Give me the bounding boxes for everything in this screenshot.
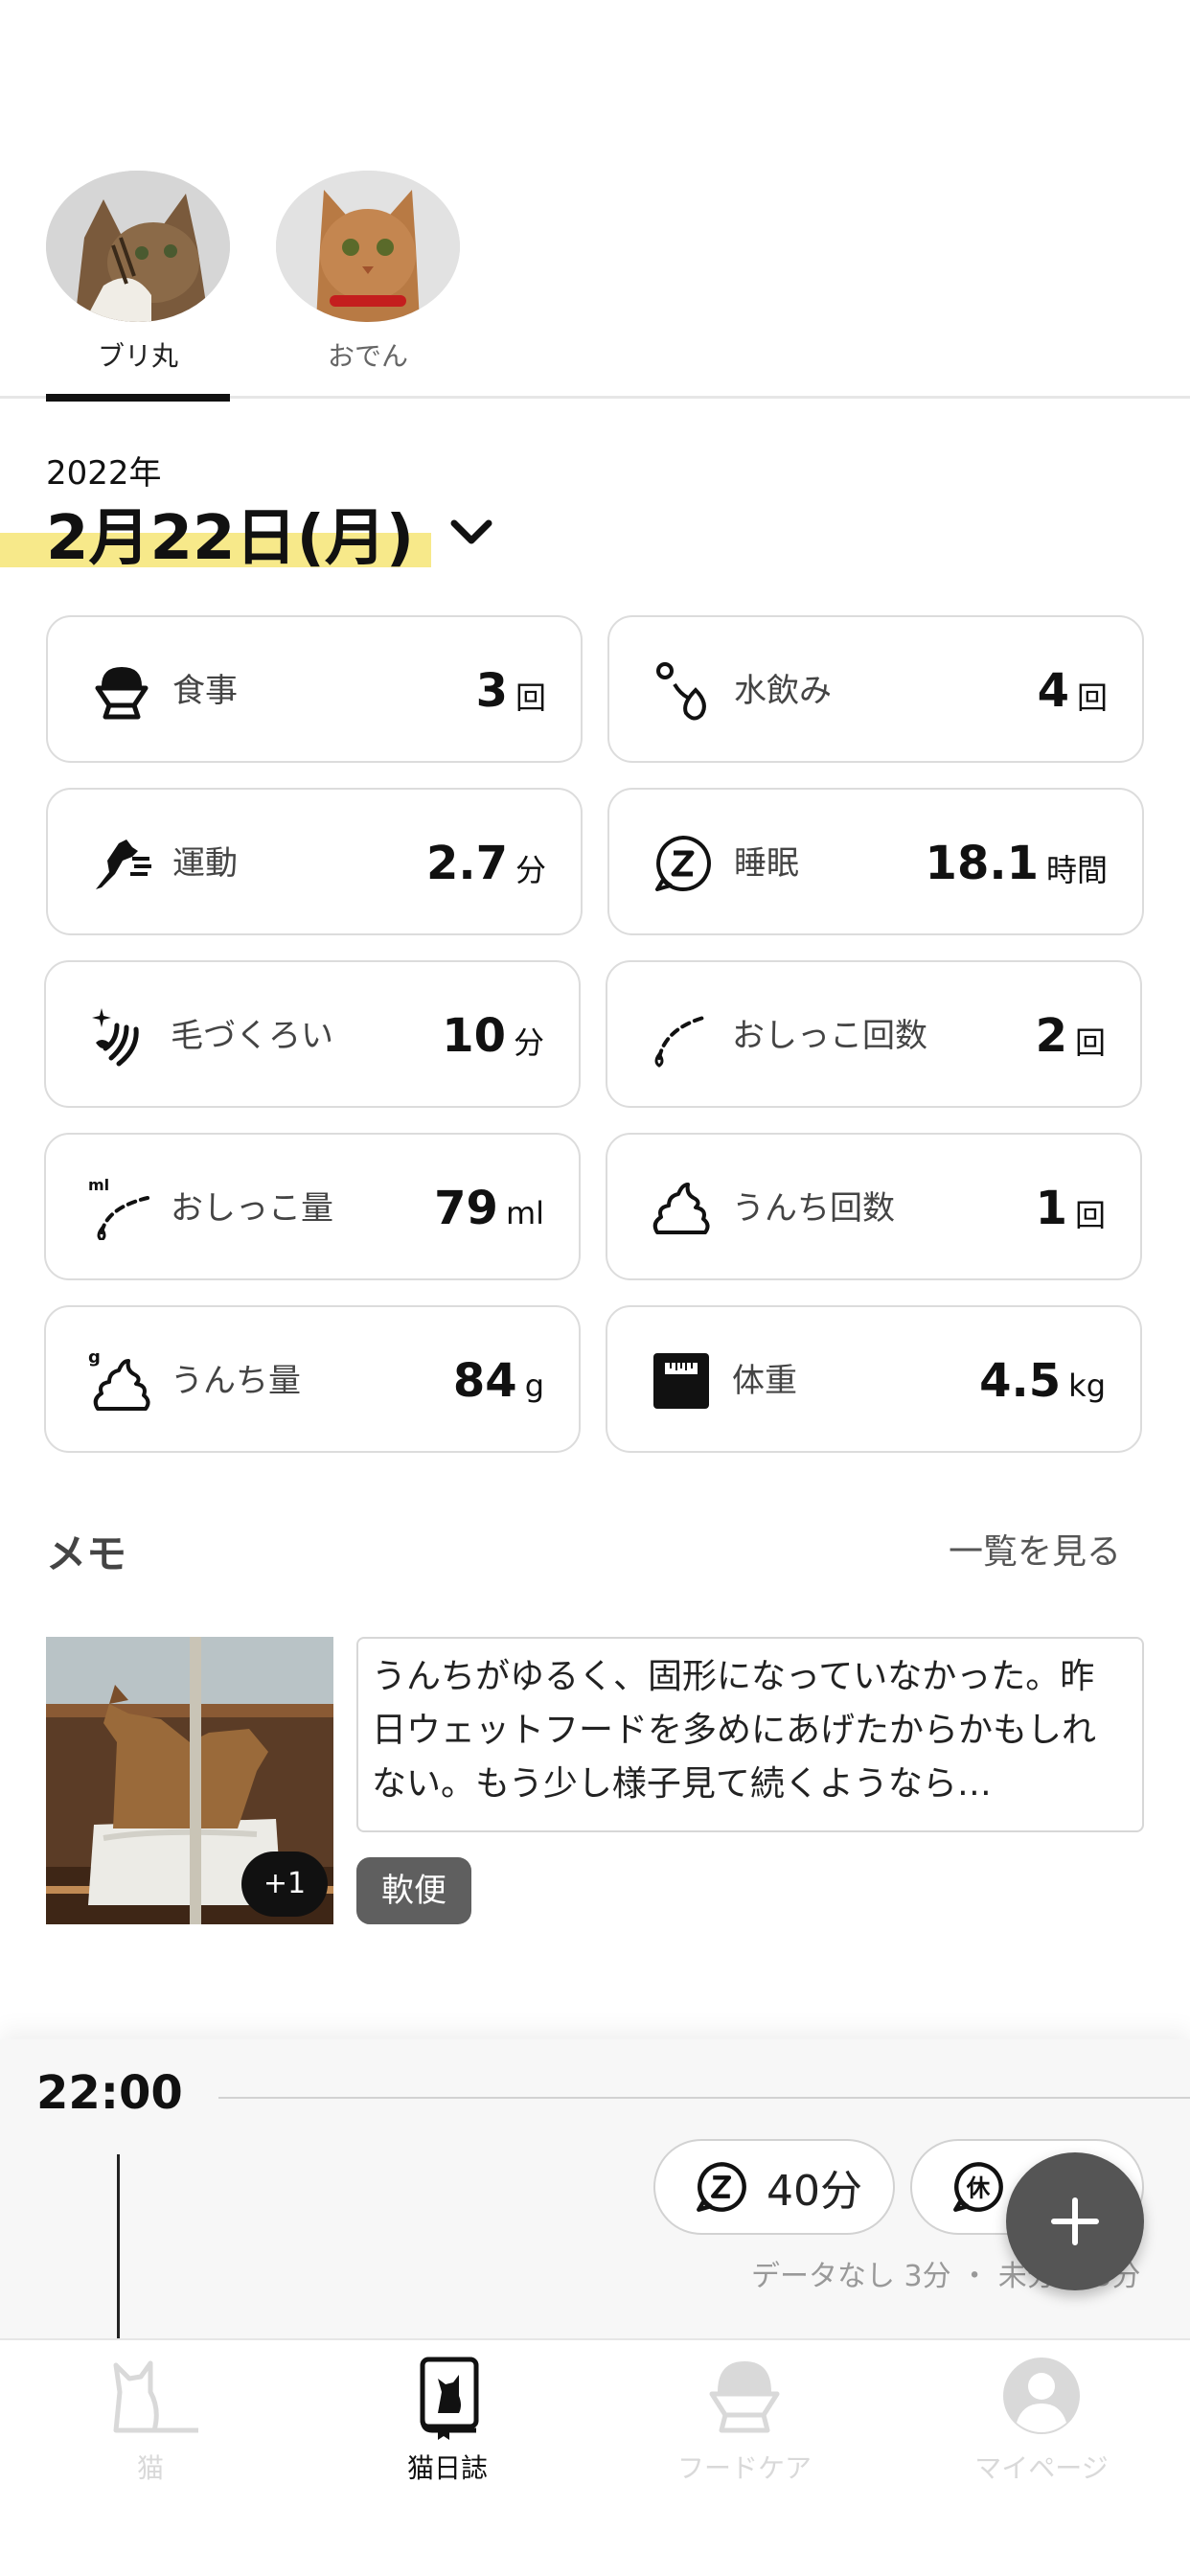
timeline: 22:00 40分 休 データなし 3分 ・ 未分類 3分 <box>0 2039 1190 2338</box>
nav-label: 猫 <box>136 2452 164 2484</box>
cat-name: おでん <box>327 340 408 372</box>
stat-value: 18.1 <box>925 837 1039 890</box>
memo-view-all-link[interactable]: 一覧を見る <box>949 1524 1121 1574</box>
sleep-icon <box>655 836 711 891</box>
stat-card-pee-volume[interactable]: ml おしっこ量 79 ml <box>44 1133 581 1280</box>
stat-label: 食事 <box>172 672 238 710</box>
cat-name: ブリ丸 <box>97 340 178 372</box>
running-cat-icon <box>96 840 151 889</box>
stat-value: 2.7 <box>425 837 508 890</box>
cat-tabs: ブリ丸 おでん <box>0 171 1190 402</box>
stat-label: 睡眠 <box>734 844 799 883</box>
cat-tab-buri[interactable]: ブリ丸 <box>46 171 230 402</box>
stat-label: 運動 <box>172 844 238 883</box>
memo-title: メモ <box>46 1530 127 1577</box>
stat-value: 4.5 <box>979 1354 1062 1408</box>
stat-unit: 時間 <box>1045 852 1108 888</box>
stat-unit: 分 <box>513 1024 544 1061</box>
stat-card-exercise[interactable]: 運動 2.7 分 <box>46 788 583 935</box>
stat-value: 79 <box>434 1182 498 1235</box>
cat-avatar-oden <box>276 171 460 322</box>
stat-card-meal[interactable]: 食事 3回 <box>46 615 583 763</box>
plus-icon <box>1051 2197 1099 2245</box>
stat-label: おしっこ回数 <box>732 1017 927 1055</box>
user-icon <box>1003 2358 1080 2434</box>
nav-item-diary[interactable]: 猫日誌 <box>299 2354 596 2488</box>
memo-tag[interactable]: 軟便 <box>356 1857 471 1924</box>
stat-value: 2 <box>1035 1009 1067 1063</box>
stat-label: おしっこ量 <box>171 1189 333 1228</box>
stat-card-poop-count[interactable]: うんち回数 1回 <box>606 1133 1142 1280</box>
nav-label: マイページ <box>974 2452 1109 2484</box>
stat-value: 84 <box>452 1354 517 1408</box>
svg-text:休: 休 <box>966 2174 991 2202</box>
pee-icon <box>654 1016 705 1068</box>
nav-item-cat[interactable]: 猫 <box>2 2354 299 2488</box>
stat-value: 10 <box>442 1009 506 1063</box>
nav-item-food-care[interactable]: フードケア <box>596 2354 893 2488</box>
sleep-icon <box>697 2162 746 2212</box>
stat-label: 水飲み <box>734 672 832 710</box>
timeline-event-sleep[interactable]: 40分 <box>653 2139 895 2235</box>
poop-weight-icon: g <box>88 1349 150 1411</box>
date-selector[interactable]: 2月22日(月) <box>46 494 494 574</box>
year-label: 2022年 <box>46 454 162 493</box>
nav-item-mypage[interactable]: マイページ <box>893 2354 1190 2488</box>
grooming-icon <box>92 1008 139 1067</box>
food-care-icon <box>709 2361 780 2433</box>
stat-unit: g <box>524 1368 544 1404</box>
stat-label: うんち回数 <box>732 1189 895 1228</box>
stat-label: 毛づくろい <box>171 1017 333 1055</box>
timeline-event-text: 40分 <box>767 2167 862 2216</box>
scale-icon <box>653 1353 709 1409</box>
stat-unit: 分 <box>515 852 546 888</box>
stat-card-weight[interactable]: 体重 4.5 kg <box>606 1305 1142 1453</box>
date-label: 2月22日(月) <box>46 503 415 574</box>
memo-text[interactable]: うんちがゆるく、固形になっていなかった。昨日ウェットフードを多めにあげたからかも… <box>356 1637 1144 1832</box>
stat-card-water[interactable]: 水飲み 4回 <box>607 615 1144 763</box>
stat-card-poop-weight[interactable]: g うんち量 84 g <box>44 1305 581 1453</box>
stat-unit: 回 <box>515 679 546 716</box>
photo-count-badge: +1 <box>241 1852 328 1917</box>
chevron-down-icon[interactable] <box>448 510 494 556</box>
cat-avatar-buri <box>46 171 230 322</box>
rest-icon: 休 <box>953 2162 1003 2212</box>
water-drop-icon <box>656 662 706 721</box>
stat-unit: 回 <box>1074 1024 1106 1061</box>
pee-volume-icon: ml <box>88 1177 149 1240</box>
nav-label: 猫日誌 <box>406 2452 488 2484</box>
stat-unit: 回 <box>1076 679 1108 716</box>
timeline-track <box>117 2154 120 2338</box>
stat-value: 4 <box>1037 664 1069 718</box>
poop-icon <box>652 1183 710 1234</box>
svg-text:ml: ml <box>88 1177 109 1194</box>
stat-card-sleep[interactable]: 睡眠 18.1 時間 <box>607 788 1144 935</box>
stat-card-pee-count[interactable]: おしっこ回数 2回 <box>606 960 1142 1108</box>
stat-unit: 回 <box>1074 1197 1106 1233</box>
cat-tab-oden[interactable]: おでん <box>276 171 460 399</box>
bottom-nav: 猫 猫日誌 フードケア マイページ <box>0 2338 1190 2576</box>
stat-unit: ml <box>505 1195 544 1231</box>
add-button[interactable] <box>1006 2152 1144 2290</box>
diary-icon <box>420 2357 479 2440</box>
nav-label: フードケア <box>676 2452 812 2484</box>
stat-label: うんち量 <box>171 1362 301 1400</box>
timeline-divider <box>218 2097 1190 2099</box>
food-bowl-icon <box>95 667 149 720</box>
stat-value: 1 <box>1035 1182 1067 1235</box>
selected-tab-indicator <box>46 394 230 402</box>
stat-label: 体重 <box>732 1362 797 1400</box>
timeline-time: 22:00 <box>36 2066 183 2120</box>
cat-icon <box>113 2360 198 2433</box>
stat-card-grooming[interactable]: 毛づくろい 10 分 <box>44 960 581 1108</box>
stat-unit: kg <box>1068 1368 1106 1404</box>
stat-value: 3 <box>475 664 508 718</box>
svg-text:g: g <box>88 1349 101 1368</box>
